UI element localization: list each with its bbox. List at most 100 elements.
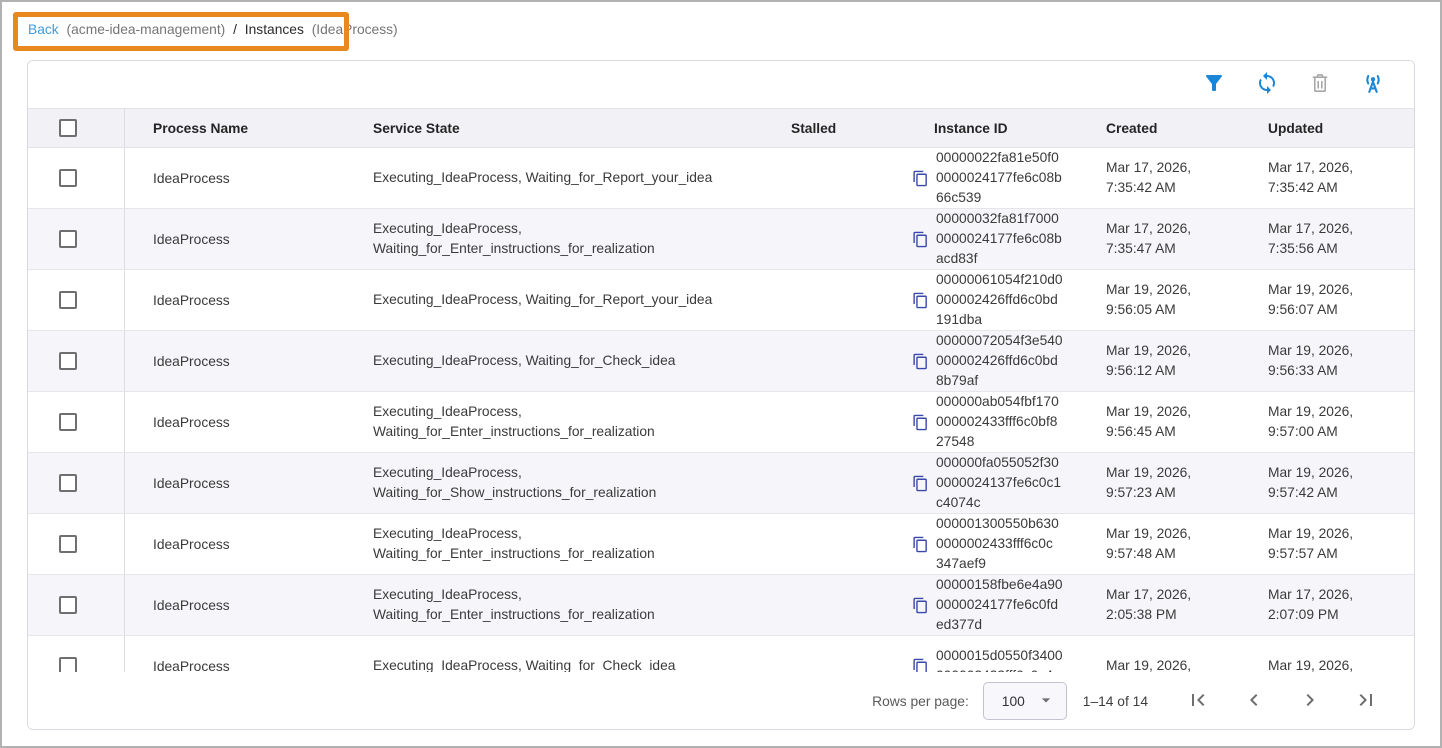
- broadcast-button[interactable]: [1360, 72, 1386, 98]
- copy-icon[interactable]: [911, 230, 929, 248]
- chevron-left-icon: [1242, 688, 1266, 715]
- process-name-cell: IdeaProcess: [125, 453, 345, 513]
- instance-id-cell: 0000015d0550f3400 000002433fff6c0c4: [873, 636, 1081, 672]
- chevron-right-icon: [1298, 688, 1322, 715]
- row-checkbox[interactable]: [59, 230, 77, 248]
- instance-id-value: 000000ab054fbf170 000002433fff6c0bf8 275…: [936, 392, 1059, 452]
- breadcrumb-separator: /: [233, 22, 237, 37]
- service-state-cell: Executing_IdeaProcess, Waiting_for_Repor…: [345, 148, 763, 208]
- created-cell: Mar 19, 2026, 9:57:23 AM: [1081, 453, 1246, 513]
- stalled-cell: [763, 270, 873, 330]
- rows-per-page-select[interactable]: 100: [983, 682, 1067, 720]
- created-cell: Mar 19, 2026, 9:56:12 AM: [1081, 331, 1246, 391]
- instance-id-value: 000000fa055052f30 0000024137fe6c0c1 c407…: [936, 453, 1061, 513]
- app-window: Back (acme-idea-management) / Instances …: [0, 0, 1442, 748]
- updated-cell: Mar 19, 2026, 9:57:42 AM: [1246, 453, 1414, 513]
- created-cell: Mar 19, 2026, 9:57:48 AM: [1081, 514, 1246, 574]
- updated-cell: Mar 17, 2026, 7:35:42 AM: [1246, 148, 1414, 208]
- process-name-cell: IdeaProcess: [125, 148, 345, 208]
- updated-cell: Mar 19, 2026,: [1246, 636, 1414, 672]
- table-row[interactable]: IdeaProcess Executing_IdeaProcess, Waiti…: [28, 331, 1414, 392]
- stalled-cell: [763, 453, 873, 513]
- delete-button[interactable]: [1307, 72, 1333, 98]
- previous-page-button[interactable]: [1242, 689, 1266, 713]
- table-row[interactable]: IdeaProcess Executing_IdeaProcess, Waiti…: [28, 636, 1414, 672]
- process-name-cell: IdeaProcess: [125, 331, 345, 391]
- updated-cell: Mar 19, 2026, 9:56:33 AM: [1246, 331, 1414, 391]
- instance-id-value: 00000032fa81f7000 0000024177fe6c08b acd8…: [936, 209, 1062, 269]
- row-checkbox[interactable]: [59, 413, 77, 431]
- created-cell: Mar 17, 2026, 7:35:47 AM: [1081, 209, 1246, 269]
- row-checkbox[interactable]: [59, 596, 77, 614]
- copy-icon[interactable]: [911, 596, 929, 614]
- stalled-cell: [763, 148, 873, 208]
- instance-id-cell: 00000072054f3e540 000002426ffd6c0bd 8b79…: [873, 331, 1081, 391]
- breadcrumb-app-name: (acme-idea-management): [67, 22, 226, 37]
- copy-icon[interactable]: [911, 474, 929, 492]
- breadcrumb: Back (acme-idea-management) / Instances …: [28, 22, 402, 37]
- created-cell: Mar 19, 2026, 9:56:45 AM: [1081, 392, 1246, 452]
- copy-icon[interactable]: [911, 169, 929, 187]
- updated-cell: Mar 17, 2026, 7:35:56 AM: [1246, 209, 1414, 269]
- service-state-cell: Executing_IdeaProcess, Waiting_for_Check…: [345, 331, 763, 391]
- instance-id-value: 00000022fa81e50f0 0000024177fe6c08b 66c5…: [936, 148, 1062, 208]
- updated-cell: Mar 19, 2026, 9:56:07 AM: [1246, 270, 1414, 330]
- row-checkbox[interactable]: [59, 169, 77, 187]
- row-checkbox[interactable]: [59, 657, 77, 672]
- row-checkbox[interactable]: [59, 352, 77, 370]
- table-row[interactable]: IdeaProcess Executing_IdeaProcess, Waiti…: [28, 209, 1414, 270]
- copy-icon[interactable]: [911, 352, 929, 370]
- copy-icon[interactable]: [911, 291, 929, 309]
- breadcrumb-process-name: (IdeaProcess): [312, 22, 398, 37]
- last-page-button[interactable]: [1354, 689, 1378, 713]
- process-name-cell: IdeaProcess: [125, 636, 345, 672]
- select-all-checkbox[interactable]: [59, 119, 77, 137]
- table-row[interactable]: IdeaProcess Executing_IdeaProcess, Waiti…: [28, 575, 1414, 636]
- filter-button[interactable]: [1201, 72, 1227, 98]
- stalled-cell: [763, 575, 873, 635]
- table-row[interactable]: IdeaProcess Executing_IdeaProcess, Waiti…: [28, 148, 1414, 209]
- instances-panel: Process Name Service State Stalled Insta…: [27, 60, 1415, 730]
- instance-id-value: 000001300550b630 0000002433fff6c0c 347ae…: [936, 514, 1059, 574]
- copy-icon[interactable]: [911, 535, 929, 553]
- row-checkbox[interactable]: [59, 291, 77, 309]
- instance-id-cell: 000001300550b630 0000002433fff6c0c 347ae…: [873, 514, 1081, 574]
- last-page-icon: [1354, 688, 1378, 715]
- row-checkbox[interactable]: [59, 474, 77, 492]
- service-state-cell: Executing_IdeaProcess, Waiting_for_Show_…: [345, 453, 763, 513]
- pagination-range: 1–14 of 14: [1083, 694, 1148, 709]
- copy-icon[interactable]: [911, 657, 929, 672]
- instance-id-value: 0000015d0550f3400 000002433fff6c0c4: [936, 646, 1063, 672]
- table-row[interactable]: IdeaProcess Executing_IdeaProcess, Waiti…: [28, 453, 1414, 514]
- instance-id-cell: 00000061054f210d0 000002426ffd6c0bd 191d…: [873, 270, 1081, 330]
- service-state-cell: Executing_IdeaProcess, Waiting_for_Enter…: [345, 392, 763, 452]
- service-state-cell: Executing_IdeaProcess, Waiting_for_Enter…: [345, 514, 763, 574]
- table-header: Process Name Service State Stalled Insta…: [28, 108, 1414, 148]
- table-row[interactable]: IdeaProcess Executing_IdeaProcess, Waiti…: [28, 392, 1414, 453]
- pagination-bar: Rows per page: 100 1–14 of 14: [28, 672, 1414, 730]
- first-page-button[interactable]: [1186, 689, 1210, 713]
- process-name-cell: IdeaProcess: [125, 575, 345, 635]
- table-row[interactable]: IdeaProcess Executing_IdeaProcess, Waiti…: [28, 514, 1414, 575]
- updated-cell: Mar 19, 2026, 9:57:00 AM: [1246, 392, 1414, 452]
- process-name-cell: IdeaProcess: [125, 514, 345, 574]
- column-header-stalled: Stalled: [763, 109, 873, 147]
- service-state-cell: Executing_IdeaProcess, Waiting_for_Check…: [345, 636, 763, 672]
- row-checkbox[interactable]: [59, 535, 77, 553]
- instance-id-cell: 00000032fa81f7000 0000024177fe6c08b acd8…: [873, 209, 1081, 269]
- table-row[interactable]: IdeaProcess Executing_IdeaProcess, Waiti…: [28, 270, 1414, 331]
- refresh-button[interactable]: [1254, 72, 1280, 98]
- updated-cell: Mar 17, 2026, 2:07:09 PM: [1246, 575, 1414, 635]
- trash-icon: [1308, 71, 1332, 98]
- created-cell: Mar 17, 2026, 2:05:38 PM: [1081, 575, 1246, 635]
- antenna-icon: [1360, 70, 1386, 99]
- service-state-cell: Executing_IdeaProcess, Waiting_for_Enter…: [345, 209, 763, 269]
- column-header-service-state: Service State: [345, 109, 763, 147]
- filter-icon: [1202, 71, 1226, 98]
- back-link[interactable]: Back: [28, 22, 59, 37]
- next-page-button[interactable]: [1298, 689, 1322, 713]
- refresh-icon: [1255, 71, 1279, 98]
- breadcrumb-page-label: Instances: [245, 22, 304, 37]
- copy-icon[interactable]: [911, 413, 929, 431]
- table-toolbar: [28, 61, 1414, 108]
